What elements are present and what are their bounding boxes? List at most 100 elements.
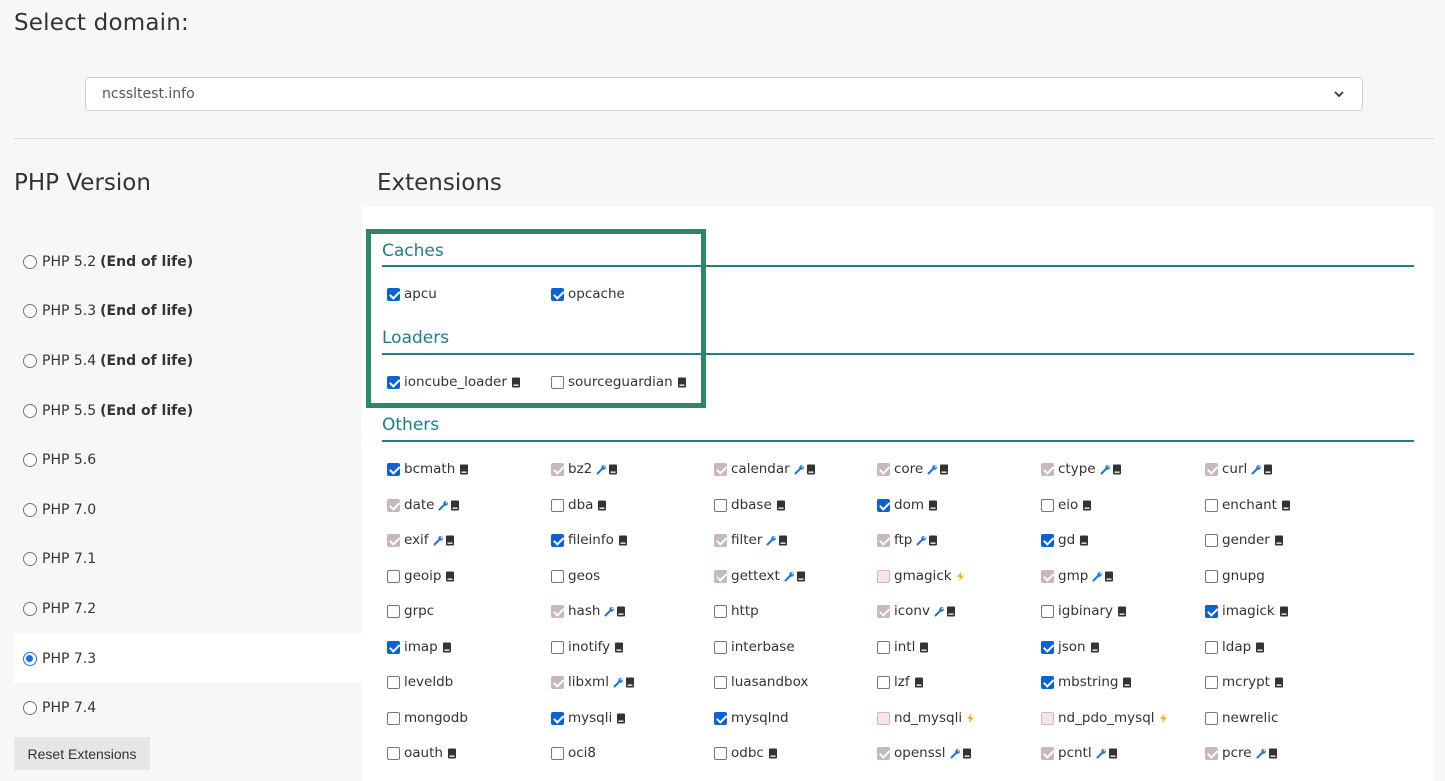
- book-icon[interactable]: [459, 464, 469, 475]
- book-icon[interactable]: [625, 677, 635, 688]
- extension-checkbox[interactable]: [1041, 533, 1054, 547]
- extension-libxml[interactable]: libxml: [551, 673, 635, 691]
- extension-checkbox[interactable]: [387, 569, 400, 583]
- extension-checkbox[interactable]: [877, 498, 890, 512]
- extension-checkbox[interactable]: [877, 675, 890, 689]
- extension-odbc[interactable]: odbc: [714, 744, 778, 762]
- extension-pcntl[interactable]: pcntl: [1041, 744, 1118, 762]
- extension-geos[interactable]: geos: [551, 567, 603, 585]
- extension-checkbox[interactable]: [551, 746, 564, 760]
- extension-imap[interactable]: imap: [387, 638, 452, 656]
- radio-button[interactable]: [23, 304, 37, 319]
- radio-button[interactable]: [23, 651, 37, 666]
- book-icon[interactable]: [928, 535, 938, 546]
- php-version-option[interactable]: PHP 7.4: [14, 683, 362, 733]
- php-version-option[interactable]: PHP 7.3: [14, 633, 362, 684]
- book-icon[interactable]: [616, 713, 626, 724]
- radio-button[interactable]: [23, 254, 37, 269]
- extension-lzf[interactable]: lzf: [877, 673, 924, 691]
- extension-calendar[interactable]: calendar: [714, 460, 816, 478]
- book-icon[interactable]: [806, 464, 816, 475]
- book-icon[interactable]: [614, 642, 624, 653]
- book-icon[interactable]: [442, 642, 452, 653]
- extension-exif[interactable]: exif: [387, 531, 455, 549]
- extension-mysqli[interactable]: mysqli: [551, 709, 626, 727]
- extension-checkbox[interactable]: [714, 498, 727, 512]
- reset-extensions-button[interactable]: Reset Extensions: [14, 737, 150, 770]
- radio-button[interactable]: [23, 353, 37, 368]
- radio-button[interactable]: [23, 502, 37, 517]
- book-icon[interactable]: [1117, 606, 1127, 617]
- extension-checkbox[interactable]: [1205, 640, 1218, 654]
- extension-json[interactable]: json: [1041, 638, 1100, 656]
- radio-button[interactable]: [23, 701, 37, 716]
- extension-checkbox[interactable]: [551, 533, 564, 547]
- extension-ftp[interactable]: ftp: [877, 531, 938, 549]
- extension-core[interactable]: core: [877, 460, 949, 478]
- extension-checkbox[interactable]: [1041, 711, 1054, 725]
- extension-gmp[interactable]: gmp: [1041, 567, 1114, 585]
- extension-checkbox[interactable]: [551, 711, 564, 725]
- extension-openssl[interactable]: openssl: [877, 744, 972, 762]
- book-icon[interactable]: [776, 500, 786, 511]
- book-icon[interactable]: [1263, 464, 1273, 475]
- extension-gettext[interactable]: gettext: [714, 567, 806, 585]
- extension-bz2[interactable]: bz2: [551, 460, 618, 478]
- extension-mbstring[interactable]: mbstring: [1041, 673, 1132, 691]
- extension-nd-mysqli[interactable]: nd_mysqli: [877, 709, 975, 727]
- book-icon[interactable]: [1274, 677, 1284, 688]
- extension-gd[interactable]: gd: [1041, 531, 1089, 549]
- book-icon[interactable]: [616, 606, 626, 617]
- extension-mongodb[interactable]: mongodb: [387, 709, 471, 727]
- book-icon[interactable]: [1082, 500, 1092, 511]
- extension-eio[interactable]: eio: [1041, 496, 1092, 514]
- radio-button[interactable]: [23, 601, 37, 616]
- book-icon[interactable]: [914, 677, 924, 688]
- book-icon[interactable]: [962, 748, 972, 759]
- extension-geoip[interactable]: geoip: [387, 567, 455, 585]
- extension-checkbox[interactable]: [714, 746, 727, 760]
- extension-checkbox[interactable]: [387, 462, 400, 476]
- extension-grpc[interactable]: grpc: [387, 602, 437, 620]
- book-icon[interactable]: [608, 464, 618, 475]
- book-icon[interactable]: [928, 500, 938, 511]
- extension-checkbox[interactable]: [714, 640, 727, 654]
- extension-iconv[interactable]: iconv: [877, 602, 956, 620]
- extension-checkbox[interactable]: [714, 711, 727, 725]
- extension-inotify[interactable]: inotify: [551, 638, 624, 656]
- book-icon[interactable]: [1112, 464, 1122, 475]
- extension-filter[interactable]: filter: [714, 531, 788, 549]
- extension-hash[interactable]: hash: [551, 602, 626, 620]
- book-icon[interactable]: [1274, 535, 1284, 546]
- extension-mysqlnd[interactable]: mysqlnd: [714, 709, 792, 727]
- extension-checkbox[interactable]: [1205, 569, 1218, 583]
- extension-checkbox[interactable]: [714, 604, 727, 618]
- extension-dbase[interactable]: dbase: [714, 496, 786, 514]
- extension-checkbox[interactable]: [1041, 604, 1054, 618]
- extension-newrelic[interactable]: newrelic: [1205, 709, 1281, 727]
- book-icon[interactable]: [946, 606, 956, 617]
- extension-intl[interactable]: intl: [877, 638, 929, 656]
- extension-checkbox[interactable]: [387, 711, 400, 725]
- extension-luasandbox[interactable]: luasandbox: [714, 673, 811, 691]
- book-icon[interactable]: [1279, 606, 1289, 617]
- extension-checkbox[interactable]: [1041, 498, 1054, 512]
- extension-gender[interactable]: gender: [1205, 531, 1284, 549]
- extension-checkbox[interactable]: [877, 640, 890, 654]
- extension-mcrypt[interactable]: mcrypt: [1205, 673, 1284, 691]
- extension-checkbox[interactable]: [1205, 498, 1218, 512]
- extension-ctype[interactable]: ctype: [1041, 460, 1122, 478]
- extension-checkbox[interactable]: [1041, 640, 1054, 654]
- book-icon[interactable]: [447, 748, 457, 759]
- book-icon[interactable]: [1079, 535, 1089, 546]
- extension-checkbox[interactable]: [387, 746, 400, 760]
- extension-checkbox[interactable]: [1041, 675, 1054, 689]
- php-version-option[interactable]: PHP 5.4 (End of life): [14, 336, 362, 386]
- book-icon[interactable]: [450, 500, 460, 511]
- book-icon[interactable]: [796, 571, 806, 582]
- radio-button[interactable]: [23, 403, 37, 418]
- php-version-option[interactable]: PHP 5.2 (End of life): [14, 237, 362, 287]
- extension-checkbox[interactable]: [1205, 675, 1218, 689]
- extension-gmagick[interactable]: gmagick: [877, 567, 965, 585]
- extension-checkbox[interactable]: [714, 675, 727, 689]
